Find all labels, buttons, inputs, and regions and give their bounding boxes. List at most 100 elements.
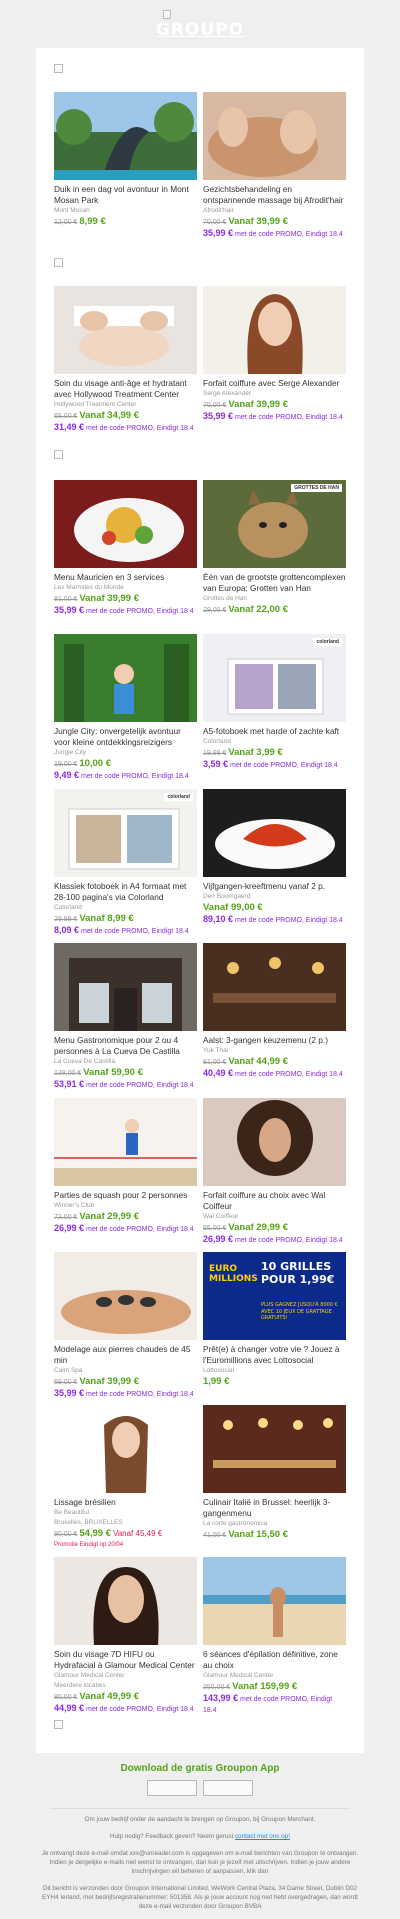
promo-price: 9,49 €: [54, 770, 80, 780]
deal-title[interactable]: Vijfgangen-kreeftmenu vanaf 2 p.: [203, 881, 346, 892]
deal-card[interactable]: Culinair Italië in Brussel: heerlijk 3-g…: [203, 1405, 346, 1541]
deal-title[interactable]: Forfait coiffure avec Serge Alexander: [203, 378, 346, 389]
deal-title[interactable]: Parties de squash pour 2 personnes: [54, 1190, 197, 1201]
deal-merchant: Calm Spa: [54, 1367, 83, 1374]
deal-image[interactable]: GROTTES DE HAN: [203, 480, 346, 568]
deal-title[interactable]: 6 séances d'épilation définitive, zone a…: [203, 1649, 346, 1671]
deal-card[interactable]: Vijfgangen-kreeftmenu vanaf 2 p. Den Boom…: [203, 789, 346, 926]
food-photo: [54, 480, 197, 568]
deal-image[interactable]: [54, 480, 197, 568]
deal-image[interactable]: [203, 286, 346, 374]
help-line: Hulp nodig? Feedback geven? Neem gerust …: [0, 1832, 400, 1841]
promo-price: 31,49 €: [54, 422, 85, 432]
deal-card[interactable]: Soin du visage anti-âge et hydratant ave…: [54, 286, 197, 434]
deal-title[interactable]: Lissage brésilien: [54, 1497, 197, 1508]
old-price: 70,00 €: [203, 219, 227, 226]
promo-line: 31,49 € met de code PROMO, Eindigt 18.4: [54, 422, 197, 434]
deal-title[interactable]: A5-fotoboek met harde of zachte kaft: [203, 726, 346, 737]
deal-card[interactable]: Lissage brésilien Be Beautiful Bruxelles, …: [54, 1405, 197, 1551]
deal-card[interactable]: colorland Klassiek fotoboek in A4 formaat…: [54, 789, 197, 937]
deal-image[interactable]: colorland: [54, 789, 197, 877]
deal-title[interactable]: Duik in een dag vol avontuur in Mont Mos…: [54, 184, 197, 206]
deal-image[interactable]: [54, 1405, 197, 1493]
deal-title[interactable]: Jungle City: onvergetelijk avontuur voor…: [54, 726, 197, 748]
massage-photo: [203, 92, 346, 180]
deal-title[interactable]: Aalst: 3-gangen keuzemenu (2 p.): [203, 1035, 346, 1046]
deal-merchant: Lottosocial: [203, 1367, 235, 1374]
broken-image-icon: [54, 450, 63, 459]
deal-image[interactable]: EURO MILLIONS 10 GRILLES POUR 1,99€ PLUS G…: [203, 1252, 346, 1340]
lynx-photo: [203, 480, 346, 568]
old-price: 80,00 €: [54, 1694, 78, 1701]
promo-price: 8,09 €: [54, 925, 80, 935]
deal-title[interactable]: Gezichtsbehandeling en ontspannende mass…: [203, 184, 346, 206]
deal-title[interactable]: Prêt(e) à changer votre vie ? Jouez à l'…: [203, 1344, 346, 1366]
deal-image[interactable]: [203, 789, 346, 877]
deal-title[interactable]: Menu Gastronomique pour 2 ou 4 personnes…: [54, 1035, 197, 1057]
deal-image[interactable]: [54, 1098, 197, 1186]
deal-image[interactable]: [54, 286, 197, 374]
deal-image[interactable]: [203, 1557, 346, 1645]
deal-card[interactable]: EURO MILLIONS 10 GRILLES POUR 1,99€ PLUS G…: [203, 1252, 346, 1388]
contact-link[interactable]: contact met ons op!: [235, 1833, 290, 1840]
promo-price: 35,99 €: [203, 228, 234, 238]
deal-card[interactable]: Aalst: 3-gangen keuzemenu (2 p.) Yuk Thai…: [203, 943, 346, 1080]
divider: [50, 1808, 350, 1809]
app-store-badge[interactable]: [147, 1780, 197, 1796]
promo-price: 143,99 €: [203, 1693, 239, 1703]
deal-prices: 70,00 € Vanaf 39,99 €: [203, 399, 346, 411]
deal-merchant: Winner's Club: [54, 1202, 95, 1209]
deal-image[interactable]: [54, 1557, 197, 1645]
deal-card[interactable]: Duik in een dag vol avontuur in Mont Mos…: [54, 92, 197, 228]
deal-title[interactable]: Soin du visage 7D HIFU ou Hydrafacial à …: [54, 1649, 197, 1671]
deal-title[interactable]: Klassiek fotoboek in A4 formaat met 28-1…: [54, 881, 197, 903]
deal-location: Bruxelles, BRUXELLES: [54, 1519, 123, 1526]
new-price: Vanaf 39,99 €: [228, 216, 288, 227]
deal-card[interactable]: Gezichtsbehandeling en ontspannende mass…: [203, 92, 346, 240]
deal-image[interactable]: [203, 92, 346, 180]
new-price: Vanaf 22,00 €: [228, 604, 288, 615]
deal-image[interactable]: [54, 92, 197, 180]
promo-line: 89,10 € met de code PROMO, Eindigt 18.4: [203, 914, 346, 926]
groupon-logo[interactable]: GROUPO: [0, 20, 400, 40]
deal-card[interactable]: Menu Gastronomique pour 2 ou 4 personnes…: [54, 943, 197, 1091]
deal-card[interactable]: Forfait coiffure avec Serge Alexander Ser…: [203, 286, 346, 423]
promo-text: met de code PROMO, Eindigt 18.4: [229, 762, 338, 769]
new-price: Vanaf 39,99 €: [79, 1376, 139, 1387]
footer: Download de gratis Groupon App Om jouw b…: [0, 1753, 400, 1911]
deal-title[interactable]: Forfait coiffure au choix avec Wal Coiff…: [203, 1190, 346, 1212]
deal-image[interactable]: [203, 1098, 346, 1186]
deal-card[interactable]: Parties de squash pour 2 personnes Winner…: [54, 1098, 197, 1235]
old-price: 19,99 €: [203, 750, 227, 757]
deal-image[interactable]: [54, 943, 197, 1031]
old-price: 19,00 €: [54, 761, 78, 768]
deal-image[interactable]: colorland: [203, 634, 346, 722]
deal-title[interactable]: Culinair Italië in Brussel: heerlijk 3-g…: [203, 1497, 346, 1519]
deal-image[interactable]: [54, 1252, 197, 1340]
deal-title[interactable]: Één van de grootste grottencomplexen van…: [203, 572, 346, 594]
deal-title[interactable]: Soin du visage anti-âge et hydratant ave…: [54, 378, 197, 400]
deal-card[interactable]: colorland A5-fotoboek met harde of zachte…: [203, 634, 346, 771]
deal-card[interactable]: Jungle City: onvergetelijk avontuur voor…: [54, 634, 197, 782]
deal-title[interactable]: Menu Mauricien en 3 services: [54, 572, 197, 583]
deal-image[interactable]: [203, 1405, 346, 1493]
app-download-title[interactable]: Download de gratis Groupon App: [0, 1763, 400, 1774]
new-price: Vanaf 34,99 €: [79, 410, 139, 421]
promo-line: 143,99 € met de code PROMO, Eindigt 18.4: [203, 1693, 346, 1716]
promo-text: met de code PROMO, Eindigt 18.4: [85, 425, 194, 432]
broken-image-icon: [54, 258, 63, 267]
deal-title[interactable]: Modelage aux pierres chaudes de 45 min: [54, 1344, 197, 1366]
old-price: 55,00 €: [203, 1225, 227, 1232]
deal-card[interactable]: GROTTES DE HAN Één van de grootste grotte…: [203, 480, 346, 616]
deal-image[interactable]: [54, 634, 197, 722]
deal-merchant: Mont Mosan: [54, 207, 90, 214]
deal-card[interactable]: Forfait coiffure au choix avec Wal Coiff…: [203, 1098, 346, 1246]
squash-photo: [54, 1098, 197, 1186]
deal-image[interactable]: [203, 943, 346, 1031]
deal-merchant: Glamour Medical Center: [54, 1672, 125, 1679]
deal-card[interactable]: Menu Mauricien en 3 services Les Marmites…: [54, 480, 197, 617]
google-play-badge[interactable]: [203, 1780, 253, 1796]
deal-card[interactable]: 6 séances d'épilation définitive, zone a…: [203, 1557, 346, 1716]
deal-card[interactable]: Soin du visage 7D HIFU ou Hydrafacial à …: [54, 1557, 197, 1715]
deal-card[interactable]: Modelage aux pierres chaudes de 45 min Ca…: [54, 1252, 197, 1400]
